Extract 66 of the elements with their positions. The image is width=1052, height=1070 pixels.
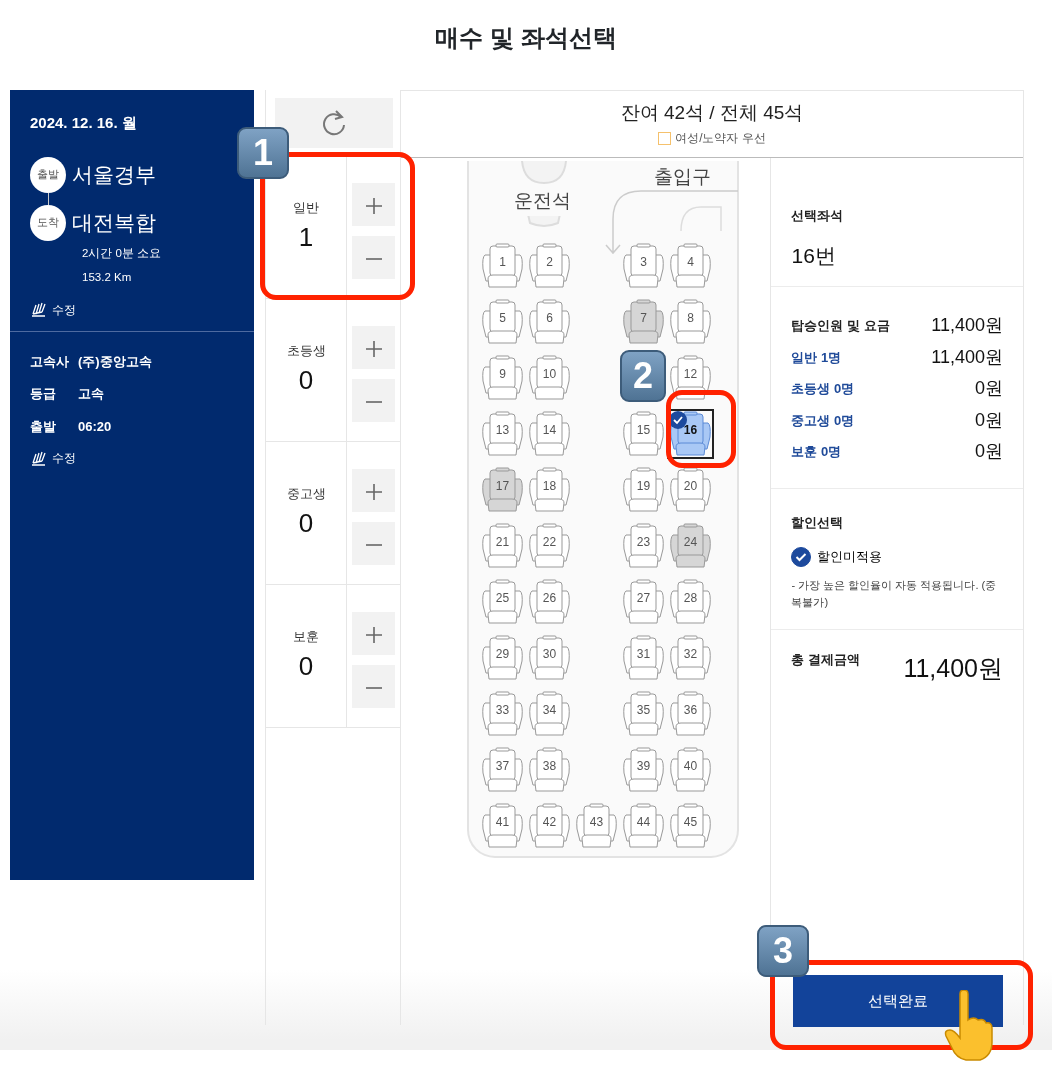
discount-option[interactable]: 할인미적용 <box>791 546 883 567</box>
fare-label: 보훈 0명 <box>791 443 842 461</box>
info-label: 고속사 <box>30 352 70 371</box>
passenger-count: 0 <box>297 363 315 397</box>
fare-amount: 0원 <box>975 377 1003 401</box>
discount-note: - 가장 높은 할인율이 자동 적용됩니다. (중복불가) <box>791 577 998 610</box>
selected-seat: 16번 <box>791 239 1003 271</box>
plus-icon <box>364 197 383 216</box>
stop-badge: 도착 <box>30 204 66 241</box>
info-value: 고속 <box>78 385 104 403</box>
step-badge: 3 <box>757 925 809 977</box>
legend-swatch <box>658 131 672 145</box>
travel-date: 2024. 12. 16. 월 <box>30 113 138 133</box>
plus-button[interactable] <box>352 183 395 226</box>
minus-icon <box>364 544 383 547</box>
fare-amount: 11,400원 <box>931 345 1003 369</box>
legend-label: 여성/노약자 우선 <box>675 130 766 147</box>
step-badge: 2 <box>620 350 666 402</box>
edit-link[interactable]: 수정 <box>30 449 76 467</box>
minus-icon <box>364 687 383 690</box>
passenger-type: 중고생 <box>285 485 327 503</box>
entrance-label: 출입구 <box>654 165 711 189</box>
section-label: 탑승인원 및 요금 <box>791 317 890 335</box>
plus-button[interactable] <box>352 612 395 655</box>
edit-link[interactable]: 수정 <box>30 300 76 319</box>
minus-icon <box>364 401 383 404</box>
refresh-icon <box>321 109 347 137</box>
total-amount: 11,400원 <box>903 653 1003 684</box>
fare-label: 중고생 0명 <box>791 411 855 430</box>
total-label: 총 결제금액 <box>791 651 861 669</box>
terminal-name: 대전복합 <box>72 209 156 236</box>
passenger-count: 0 <box>297 649 315 683</box>
passenger-type: 일반 <box>292 199 320 217</box>
passenger-count: 0 <box>297 506 315 540</box>
plus-button[interactable] <box>352 469 395 512</box>
pointing-hand-icon <box>944 990 994 1062</box>
fare-label: 초등생 0명 <box>791 380 855 398</box>
fare-amount: 0원 <box>975 408 1003 432</box>
passenger-count: 1 <box>297 220 315 254</box>
info-label: 등급 <box>30 385 57 403</box>
fare-amount: 0원 <box>975 440 1003 464</box>
plus-icon <box>364 483 383 502</box>
info-label: 출발 <box>30 417 57 436</box>
info-value: (주)중앙고속 <box>78 352 152 371</box>
step-badge: 1 <box>237 127 289 179</box>
travel-time: 2시간 0분 소요 <box>82 245 163 261</box>
travel-distance: 153.2 Km <box>82 269 133 285</box>
page-title: 매수 및 좌석선택 <box>434 23 618 53</box>
info-value: 06:20 <box>78 417 112 436</box>
terminal-name: 서울경부 <box>72 161 156 188</box>
section-label: 선택좌석 <box>791 207 845 225</box>
stop-badge: 출발 <box>30 156 66 193</box>
pencil-icon <box>30 449 47 467</box>
pencil-icon <box>30 301 47 318</box>
fare-label: 일반 1명 <box>791 348 842 367</box>
passenger-type: 보훈 <box>292 628 320 646</box>
passenger-type: 초등생 <box>285 342 327 360</box>
plus-icon <box>364 340 383 359</box>
plus-button[interactable] <box>352 326 395 369</box>
fare-amount: 11,400원 <box>931 314 1003 338</box>
minus-icon <box>364 258 383 261</box>
section-label: 할인선택 <box>791 514 845 532</box>
confirm-button[interactable]: 선택완료 <box>793 975 1003 1027</box>
seat-count: 잔여 42석 / 전체 45석 <box>619 101 805 125</box>
plus-icon <box>364 626 383 645</box>
refresh-button[interactable] <box>275 98 393 148</box>
